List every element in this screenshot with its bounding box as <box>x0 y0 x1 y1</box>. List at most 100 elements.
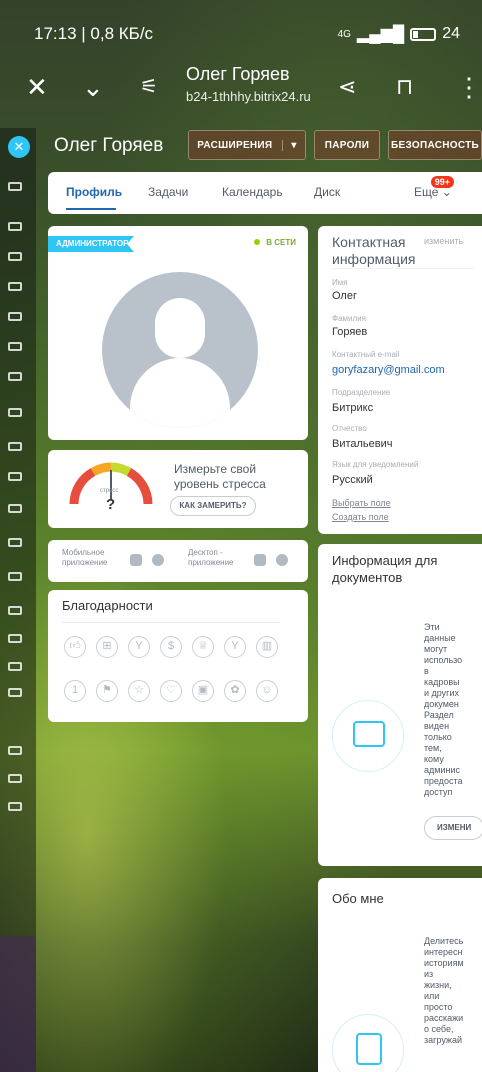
menu-icon-10[interactable] <box>8 472 22 481</box>
contact-edit-link[interactable]: изменить <box>424 236 463 246</box>
left-sidebar: ✕ <box>0 128 36 1072</box>
apple-icon[interactable] <box>152 554 164 566</box>
field-label-email: Контактный e-mail <box>332 350 400 359</box>
menu-icon-16[interactable] <box>8 662 22 671</box>
field-value-email[interactable]: goryfazary@gmail.com <box>332 364 445 376</box>
documents-edit-button[interactable]: ИЗМЕНИ <box>424 816 482 840</box>
field-value-department[interactable]: Битрикс <box>332 402 373 414</box>
number-one-icon[interactable]: 1 <box>64 680 86 702</box>
menu-icon-4[interactable] <box>8 282 22 291</box>
select-field-link[interactable]: Выбрать поле <box>332 498 391 508</box>
tab-tasks[interactable]: Задачи <box>148 185 188 199</box>
thumbs-up-icon[interactable]: 👍︎ <box>64 636 86 658</box>
security-label: БЕЗОПАСНОСТЬ <box>390 139 480 151</box>
cocktail-icon[interactable]: Y <box>224 636 246 658</box>
site-settings-icon[interactable]: ⚟ <box>140 72 158 102</box>
about-me-card: Обо мне Делитесь интересн историям из жи… <box>318 878 482 1072</box>
menu-icon-7[interactable] <box>8 372 22 381</box>
avatar[interactable] <box>102 272 258 428</box>
battery-level: 24 <box>442 25 460 42</box>
create-field-link[interactable]: Создать поле <box>332 512 389 522</box>
windows-icon[interactable] <box>254 554 266 566</box>
menu-icon-18[interactable] <box>8 746 22 755</box>
menu-icon-19[interactable] <box>8 774 22 783</box>
flag-icon[interactable]: ⚑ <box>96 680 118 702</box>
online-status-label: В СЕТИ <box>266 238 296 247</box>
thanks-divider <box>62 622 280 623</box>
menu-icon-1[interactable] <box>8 182 22 191</box>
extensions-dropdown-icon[interactable]: ▾ <box>282 139 296 151</box>
about-me-text: Делитесь интересн историям из жизни, или… <box>424 936 464 1045</box>
flower-icon[interactable]: ✿ <box>224 680 246 702</box>
menu-icon-15[interactable] <box>8 634 22 643</box>
tab-profile[interactable]: Профиль <box>66 185 122 199</box>
crown-icon[interactable]: ♕ <box>192 636 214 658</box>
cup-icon[interactable]: Y <box>128 636 150 658</box>
menu-icon-3[interactable] <box>8 252 22 261</box>
status-time: 17:13 | 0,8 КБ/с <box>34 24 154 43</box>
field-label-patronymic: Отчество <box>332 424 367 433</box>
chevron-down-icon[interactable]: ⌄ <box>82 72 104 102</box>
menu-icon-17[interactable] <box>8 688 22 697</box>
mac-icon[interactable] <box>276 554 288 566</box>
admin-badge: АДМИНИСТРАТОР <box>48 236 134 252</box>
field-label-department: Подразделение <box>332 388 391 397</box>
menu-icon-20[interactable] <box>8 802 22 811</box>
sidebar-bottom-group <box>0 936 36 1072</box>
menu-icon-12[interactable] <box>8 538 22 547</box>
notifications-badge: 99+ <box>430 176 454 188</box>
status-right: 4G ▂▄▆█ 24 <box>338 24 460 44</box>
contact-info-card: Контактная информация изменить Имя Олег … <box>318 226 482 534</box>
menu-icon-5[interactable] <box>8 312 22 321</box>
online-status: В СЕТИ <box>254 238 296 247</box>
more-icon[interactable]: ⋮ <box>456 72 482 102</box>
browser-toolbar: ✕ ⌄ ⚟ Олег Горяев b24-1thhhy.bitrix24.ru… <box>0 62 482 118</box>
how-to-measure-button[interactable]: КАК ЗАМЕРИТЬ? <box>170 496 256 516</box>
tab-disk[interactable]: Диск <box>314 185 340 199</box>
stress-card: стресс ? Измерьте свой уровень стресса К… <box>48 450 308 528</box>
heart-icon[interactable]: ♡ <box>160 680 182 702</box>
document-profile-icon <box>332 1014 404 1072</box>
stress-gauge-label: стресс <box>100 488 119 494</box>
document-profile-shape <box>356 1033 382 1065</box>
cake-icon[interactable]: ▥ <box>256 636 278 658</box>
status-bar: 17:13 | 0,8 КБ/с 4G ▂▄▆█ 24 <box>0 0 482 62</box>
menu-icon-8[interactable] <box>8 408 22 417</box>
passwords-button[interactable]: ПАРОЛИ <box>314 130 380 160</box>
menu-icon-11[interactable] <box>8 504 22 513</box>
extensions-button[interactable]: РАСШИРЕНИЯ ▾ <box>188 130 306 160</box>
sidebar-close-icon[interactable]: ✕ <box>8 136 30 158</box>
share-icon[interactable]: ⋖ <box>338 72 356 102</box>
close-icon[interactable]: ✕ <box>26 72 48 102</box>
beer-icon[interactable]: ▣ <box>192 680 214 702</box>
thanks-card: Благодарности 👍︎ ⊞ Y $ ♕ Y ▥ 1 ⚑ ☆ ♡ ▣ ✿… <box>48 590 308 722</box>
field-value-patronymic: Витальевич <box>332 438 393 450</box>
menu-icon-6[interactable] <box>8 342 22 351</box>
menu-icon-2[interactable] <box>8 222 22 231</box>
field-value-language: Русский <box>332 474 373 486</box>
money-icon[interactable]: $ <box>160 636 182 658</box>
avatar-head-shape <box>155 298 205 358</box>
tab-calendar[interactable]: Календарь <box>222 185 283 199</box>
smile-icon[interactable]: ☺ <box>256 680 278 702</box>
about-me-title: Обо мне <box>332 891 384 906</box>
signal-icon: ▂▄▆█ <box>356 26 405 43</box>
security-button[interactable]: БЕЗОПАСНОСТЬ <box>388 130 482 160</box>
active-tab-underline <box>66 208 116 210</box>
passwords-label: ПАРОЛИ <box>324 139 370 151</box>
stress-prompt: Измерьте свой уровень стресса <box>174 462 266 491</box>
field-label-last-name: Фамилия <box>332 314 366 323</box>
android-icon[interactable] <box>130 554 142 566</box>
menu-icon-14[interactable] <box>8 606 22 615</box>
star-icon[interactable]: ☆ <box>128 680 150 702</box>
browser-url[interactable]: b24-1thhhy.bitrix24.ru <box>186 89 311 104</box>
menu-icon-13[interactable] <box>8 572 22 581</box>
field-label-first-name: Имя <box>332 278 348 287</box>
field-value-last-name: Горяев <box>332 326 368 338</box>
desktop-app-label: Десктоп - приложение <box>188 548 234 567</box>
contact-divider <box>332 268 474 269</box>
online-dot-icon <box>254 239 261 245</box>
bookmark-icon[interactable]: ⊓ <box>396 72 413 102</box>
gift-icon[interactable]: ⊞ <box>96 636 118 658</box>
menu-icon-9[interactable] <box>8 442 22 451</box>
